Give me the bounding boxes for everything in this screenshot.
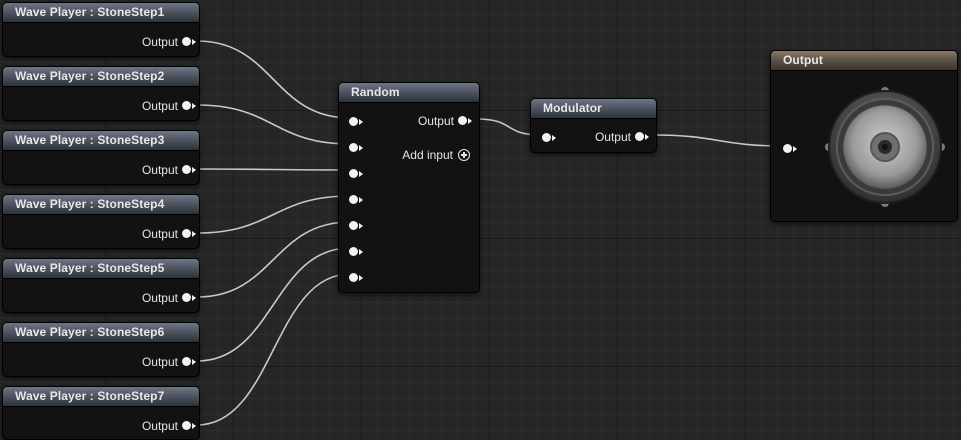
add-input-button[interactable]: Add input	[402, 146, 470, 162]
wave-player-node[interactable]: Wave Player : StoneStep6 Output	[2, 322, 200, 377]
input-pin-row[interactable]	[349, 217, 363, 233]
output-node[interactable]: Output	[770, 50, 958, 222]
output-label: Output	[594, 129, 631, 144]
output-pin[interactable]	[458, 116, 472, 126]
input-pin[interactable]	[349, 221, 363, 231]
input-pin[interactable]	[783, 144, 797, 154]
output-label: Output	[141, 418, 178, 433]
output-label: Output	[141, 162, 178, 177]
output-pin-row[interactable]: Output	[417, 112, 472, 128]
wave-player-node[interactable]: Wave Player : StoneStep5 Output	[2, 258, 200, 313]
random-node[interactable]: Random Output Add input	[338, 82, 480, 293]
input-pin-row[interactable]	[349, 165, 363, 181]
output-pin[interactable]	[182, 101, 196, 111]
output-pin-row[interactable]: Output	[141, 161, 196, 177]
modulator-node[interactable]: Modulator Output	[530, 98, 657, 153]
connection-wire	[196, 273, 351, 426]
output-label: Output	[141, 290, 178, 305]
node-title: Wave Player : StoneStep6	[3, 323, 199, 343]
input-pin-row[interactable]	[783, 140, 797, 156]
node-title: Wave Player : StoneStep7	[3, 387, 199, 407]
input-pin[interactable]	[542, 133, 556, 143]
output-pin-row[interactable]: Output	[141, 33, 196, 49]
output-pin[interactable]	[182, 165, 196, 175]
node-title: Wave Player : StoneStep1	[3, 3, 199, 23]
output-label: Output	[417, 113, 454, 128]
node-title: Random	[339, 83, 479, 103]
speaker-icon	[825, 87, 945, 207]
output-pin[interactable]	[182, 37, 196, 47]
output-label: Output	[141, 354, 178, 369]
connection-wire	[196, 221, 351, 298]
wave-player-node[interactable]: Wave Player : StoneStep7 Output	[2, 386, 200, 440]
input-pin[interactable]	[349, 195, 363, 205]
node-title: Wave Player : StoneStep3	[3, 131, 199, 151]
output-pin-row[interactable]: Output	[594, 128, 649, 144]
input-pin-row[interactable]	[349, 139, 363, 155]
connection-wire	[196, 104, 351, 145]
node-title: Output	[771, 51, 957, 71]
output-pin-row[interactable]: Output	[141, 97, 196, 113]
input-pin-row[interactable]	[349, 113, 363, 129]
output-pin-row[interactable]: Output	[141, 225, 196, 241]
output-pin[interactable]	[182, 421, 196, 431]
connection-wire	[196, 168, 351, 171]
input-pin[interactable]	[349, 273, 363, 283]
output-label: Output	[141, 98, 178, 113]
output-pin[interactable]	[635, 132, 649, 142]
node-title: Modulator	[531, 99, 656, 119]
output-pin-row[interactable]: Output	[141, 289, 196, 305]
input-pin-row[interactable]	[542, 129, 556, 145]
plus-circle-icon[interactable]	[458, 148, 470, 161]
input-pin-row[interactable]	[349, 243, 363, 259]
add-input-label: Add input	[402, 147, 453, 162]
connection-wire	[196, 247, 351, 362]
output-pin[interactable]	[182, 229, 196, 239]
output-pin-row[interactable]: Output	[141, 353, 196, 369]
input-pin[interactable]	[349, 169, 363, 179]
output-label: Output	[141, 226, 178, 241]
wave-player-node[interactable]: Wave Player : StoneStep3 Output	[2, 130, 200, 185]
connection-wire	[196, 195, 351, 234]
input-pin[interactable]	[349, 117, 363, 127]
wave-player-node[interactable]: Wave Player : StoneStep2 Output	[2, 66, 200, 121]
connection-wire	[652, 134, 785, 147]
output-pin[interactable]	[182, 357, 196, 367]
node-title: Wave Player : StoneStep5	[3, 259, 199, 279]
node-title: Wave Player : StoneStep2	[3, 67, 199, 87]
wave-player-node[interactable]: Wave Player : StoneStep1 Output	[2, 2, 200, 57]
input-pin[interactable]	[349, 247, 363, 257]
input-pin[interactable]	[349, 143, 363, 153]
wave-player-node[interactable]: Wave Player : StoneStep4 Output	[2, 194, 200, 249]
output-label: Output	[141, 34, 178, 49]
node-title: Wave Player : StoneStep4	[3, 195, 199, 215]
input-pin-row[interactable]	[349, 191, 363, 207]
output-pin-row[interactable]: Output	[141, 417, 196, 433]
input-pin-row[interactable]	[349, 269, 363, 285]
output-pin[interactable]	[182, 293, 196, 303]
